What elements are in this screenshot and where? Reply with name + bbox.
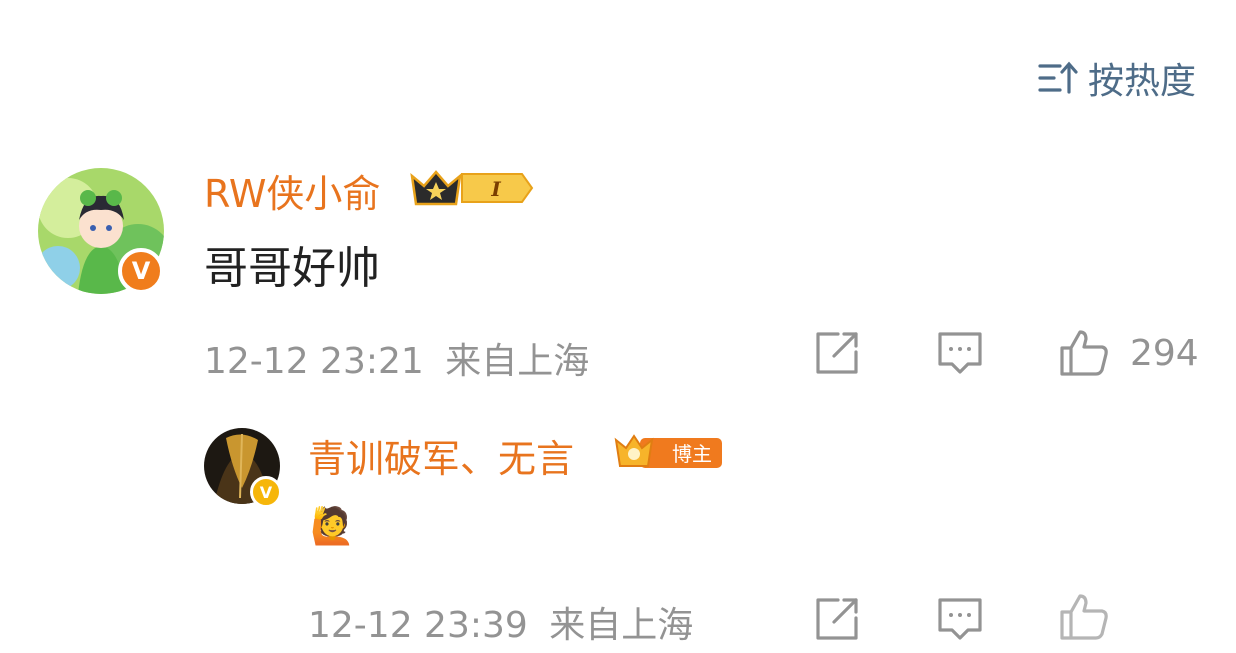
reply-comment-button[interactable] — [936, 596, 984, 648]
like-button[interactable]: 294 — [1058, 328, 1199, 378]
comment-location: 来自上海 — [445, 341, 590, 382]
comment-icon — [938, 598, 982, 640]
verified-badge-icon: V — [118, 248, 164, 294]
reply-author[interactable]: 青训破军、无言 — [308, 428, 574, 483]
thumbs-up-icon — [1060, 594, 1108, 640]
sort-icon — [1038, 61, 1078, 94]
share-icon — [816, 332, 858, 374]
reply-location: 来自上海 — [549, 605, 694, 646]
crown-level-badge: I — [410, 166, 534, 214]
blogger-label: 博主 — [672, 442, 712, 466]
reply-like-button[interactable] — [1010, 592, 1230, 646]
sort-label: 按热度 — [1087, 61, 1196, 102]
level-text: I — [490, 177, 501, 201]
reply-verified-badge-icon: V — [250, 476, 282, 508]
sort-by-heat-button[interactable]: 按热度 — [1038, 52, 1196, 104]
thumbs-up-icon — [1060, 330, 1108, 376]
reply-button[interactable] — [936, 330, 984, 382]
reply-share-button[interactable] — [814, 596, 860, 646]
comment-meta: 12-12 23:21 来自上海 — [204, 332, 589, 384]
reply-meta: 12-12 23:39 来自上海 — [308, 596, 693, 648]
reply-emoji: 🙋 — [310, 506, 355, 547]
reply-time: 12-12 23:39 — [308, 605, 528, 646]
comment-icon — [938, 332, 982, 374]
share-button[interactable] — [814, 330, 860, 380]
comment-time: 12-12 23:21 — [204, 341, 424, 382]
share-icon — [816, 598, 858, 640]
comment-text: 哥哥好帅 — [204, 243, 380, 294]
comment-author[interactable]: RW侠小俞 — [204, 163, 380, 218]
like-count: 294 — [1130, 332, 1199, 374]
blogger-badge: 博主 — [612, 432, 724, 476]
